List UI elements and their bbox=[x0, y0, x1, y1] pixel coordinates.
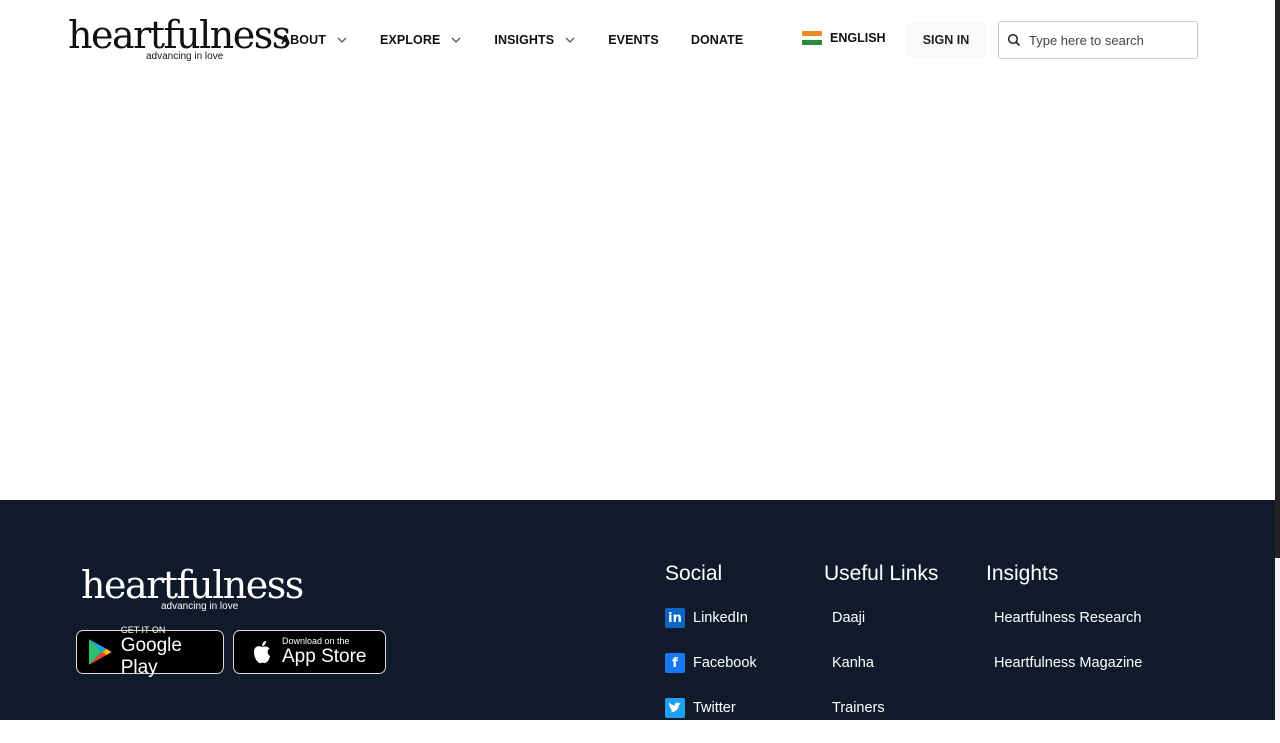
app-store-badge[interactable]: Download on the App Store bbox=[233, 630, 386, 674]
social-heading: Social bbox=[665, 562, 723, 585]
nav-label-insights: INSIGHTS bbox=[494, 33, 555, 47]
site-footer: heartfulness advancing in love GET IT ON… bbox=[0, 500, 1275, 720]
nav-item-donate[interactable]: DONATE bbox=[691, 33, 743, 47]
nav-label-events: EVENTS bbox=[608, 33, 659, 47]
linkedin-link[interactable]: in LinkedIn bbox=[665, 608, 757, 628]
google-play-badge[interactable]: GET IT ON Google Play bbox=[76, 625, 224, 678]
language-label: ENGLISH bbox=[830, 31, 886, 45]
heartfulness-research-link[interactable]: Heartfulness Research bbox=[986, 608, 1142, 628]
footer-useful-links-column: Useful Links Daaji Kanha Trainers bbox=[824, 562, 938, 743]
nav-item-events[interactable]: EVENTS bbox=[608, 33, 659, 47]
scrollbar-thumb[interactable] bbox=[1275, 0, 1280, 558]
language-selector[interactable]: ENGLISH bbox=[802, 31, 886, 46]
twitter-link[interactable]: Twitter bbox=[665, 698, 757, 718]
footer-logo-wordmark: heartfulness bbox=[81, 563, 304, 607]
apple-icon bbox=[254, 641, 270, 664]
footer-logo-tagline: advancing in love bbox=[161, 601, 239, 612]
nav-item-about[interactable]: ABOUT bbox=[281, 33, 348, 47]
nav-item-insights[interactable]: INSIGHTS bbox=[494, 33, 576, 47]
linkedin-label: LinkedIn bbox=[693, 610, 748, 626]
app-store-small-text: Download on the bbox=[282, 636, 350, 646]
twitter-icon bbox=[665, 698, 685, 718]
heartfulness-logo[interactable]: heartfulness advancing in love bbox=[68, 13, 291, 64]
useful-links-heading: Useful Links bbox=[824, 562, 939, 585]
linkedin-icon: in bbox=[665, 608, 685, 628]
nav-label-explore: EXPLORE bbox=[379, 33, 441, 47]
search-box bbox=[998, 21, 1198, 59]
google-play-icon bbox=[88, 639, 112, 665]
facebook-icon: f bbox=[665, 653, 685, 673]
footer-insights-column: Insights Heartfulness Research Heartfuln… bbox=[986, 562, 1142, 698]
nav-label-donate: DONATE bbox=[690, 33, 744, 47]
facebook-link[interactable]: f Facebook bbox=[665, 653, 757, 673]
nav-item-explore[interactable]: EXPLORE bbox=[380, 33, 462, 47]
search-input[interactable] bbox=[1027, 31, 1191, 49]
google-play-small-text: GET IT ON bbox=[120, 625, 166, 635]
heartfulness-magazine-link[interactable]: Heartfulness Magazine bbox=[986, 653, 1142, 673]
logo-wordmark: heartfulness bbox=[68, 13, 291, 57]
daaji-link[interactable]: Daaji bbox=[824, 608, 938, 628]
chevron-down-icon bbox=[337, 37, 347, 43]
trainers-link[interactable]: Trainers bbox=[824, 698, 938, 718]
footer-logo[interactable]: heartfulness advancing in love bbox=[81, 563, 304, 612]
kanha-link[interactable]: Kanha bbox=[824, 653, 938, 673]
google-play-big-text: Google Play bbox=[120, 635, 182, 678]
chevron-down-icon bbox=[451, 37, 461, 43]
app-store-big-text: App Store bbox=[282, 646, 367, 667]
chevron-down-icon bbox=[565, 37, 575, 43]
twitter-label: Twitter bbox=[693, 700, 736, 716]
sign-in-button[interactable]: SIGN IN bbox=[906, 22, 986, 58]
site-header: heartfulness advancing in love ABOUT EXP… bbox=[0, 0, 1275, 80]
search-icon bbox=[1007, 33, 1021, 47]
nav-label-about: ABOUT bbox=[281, 33, 326, 47]
insights-heading: Insights bbox=[986, 562, 1059, 585]
logo-tagline: advancing in love bbox=[146, 51, 224, 62]
main-nav: ABOUT EXPLORE INSIGHTS EVENTS DONATE bbox=[281, 30, 775, 50]
india-flag-icon bbox=[802, 31, 822, 46]
facebook-label: Facebook bbox=[693, 655, 757, 671]
page-scrollbar[interactable] bbox=[1275, 0, 1280, 720]
footer-social-column: Social in LinkedIn f Facebook Twitter bbox=[665, 562, 757, 743]
